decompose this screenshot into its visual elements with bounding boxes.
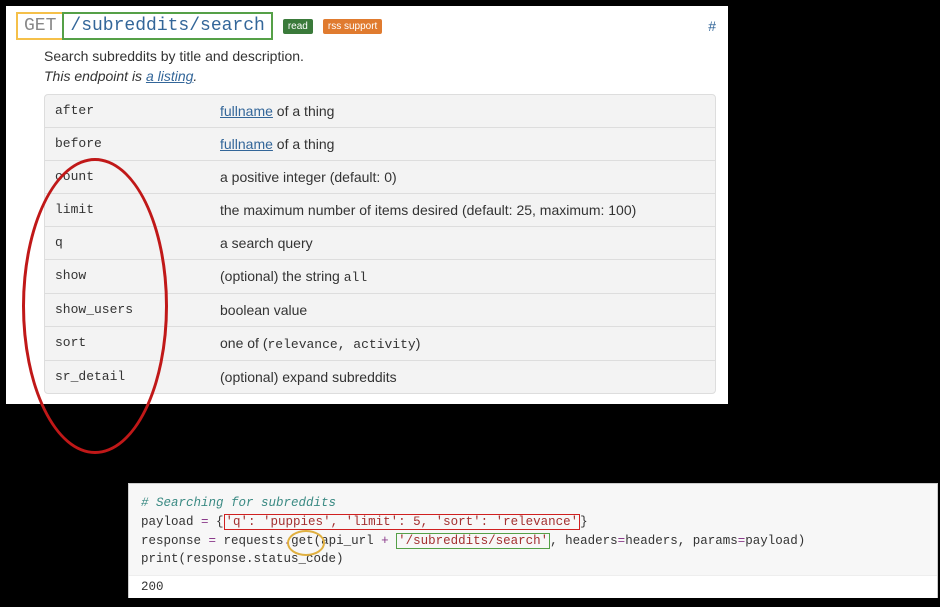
param-desc: (optional) expand subreddits [220, 369, 705, 385]
params-table: after fullname of a thing before fullnam… [44, 94, 716, 394]
code-output: 200 [129, 575, 937, 598]
param-name: sr_detail [55, 369, 220, 384]
get-method-highlight: get [291, 534, 314, 548]
param-desc: fullname of a thing [220, 136, 705, 152]
param-desc: boolean value [220, 302, 705, 318]
listing-note: This endpoint is a listing. [44, 68, 718, 84]
param-name: q [55, 235, 220, 250]
param-desc: (optional) the string all [220, 268, 705, 285]
code-comment: # Searching for subreddits [141, 496, 336, 510]
fullname-link[interactable]: fullname [220, 103, 273, 119]
param-row: show (optional) the string all [45, 260, 715, 294]
code-line: response = requests.get(api_url + '/subr… [141, 532, 925, 551]
param-row: after fullname of a thing [45, 95, 715, 128]
code-panel: # Searching for subreddits payload = {'q… [128, 483, 938, 598]
listing-suffix: . [193, 68, 197, 84]
param-name: before [55, 136, 220, 151]
param-name: show [55, 268, 220, 283]
param-name: sort [55, 335, 220, 350]
code-line: print(response.status_code) [141, 550, 925, 569]
param-desc: a search query [220, 235, 705, 251]
listing-link[interactable]: a listing [146, 68, 193, 84]
param-row: limit the maximum number of items desire… [45, 194, 715, 227]
param-name: limit [55, 202, 220, 217]
permalink-icon[interactable]: # [708, 18, 718, 34]
path-highlight: '/subreddits/search' [396, 533, 550, 549]
param-name: count [55, 169, 220, 184]
param-desc: one of (relevance, activity) [220, 335, 705, 352]
scope-tag-rss: rss support [323, 19, 382, 34]
http-method-badge: GET [16, 12, 64, 40]
endpoint-header: GET /subreddits/search read rss support … [16, 12, 718, 40]
param-row: count a positive integer (default: 0) [45, 161, 715, 194]
param-desc: the maximum number of items desired (def… [220, 202, 705, 218]
param-row: q a search query [45, 227, 715, 260]
listing-prefix: This endpoint is [44, 68, 146, 84]
param-row: before fullname of a thing [45, 128, 715, 161]
param-row: sr_detail (optional) expand subreddits [45, 361, 715, 393]
code-line: payload = {'q': 'puppies', 'limit': 5, '… [141, 513, 925, 532]
param-name: show_users [55, 302, 220, 317]
param-name: after [55, 103, 220, 118]
scope-tag-read: read [283, 19, 313, 34]
endpoint-path[interactable]: /subreddits/search [62, 12, 272, 40]
param-row: sort one of (relevance, activity) [45, 327, 715, 361]
param-row: show_users boolean value [45, 294, 715, 327]
param-desc: fullname of a thing [220, 103, 705, 119]
fullname-link[interactable]: fullname [220, 136, 273, 152]
endpoint-description: Search subreddits by title and descripti… [44, 48, 718, 64]
param-desc: a positive integer (default: 0) [220, 169, 705, 185]
payload-highlight: 'q': 'puppies', 'limit': 5, 'sort': 'rel… [224, 514, 581, 530]
api-doc-panel: GET /subreddits/search read rss support … [6, 6, 728, 404]
